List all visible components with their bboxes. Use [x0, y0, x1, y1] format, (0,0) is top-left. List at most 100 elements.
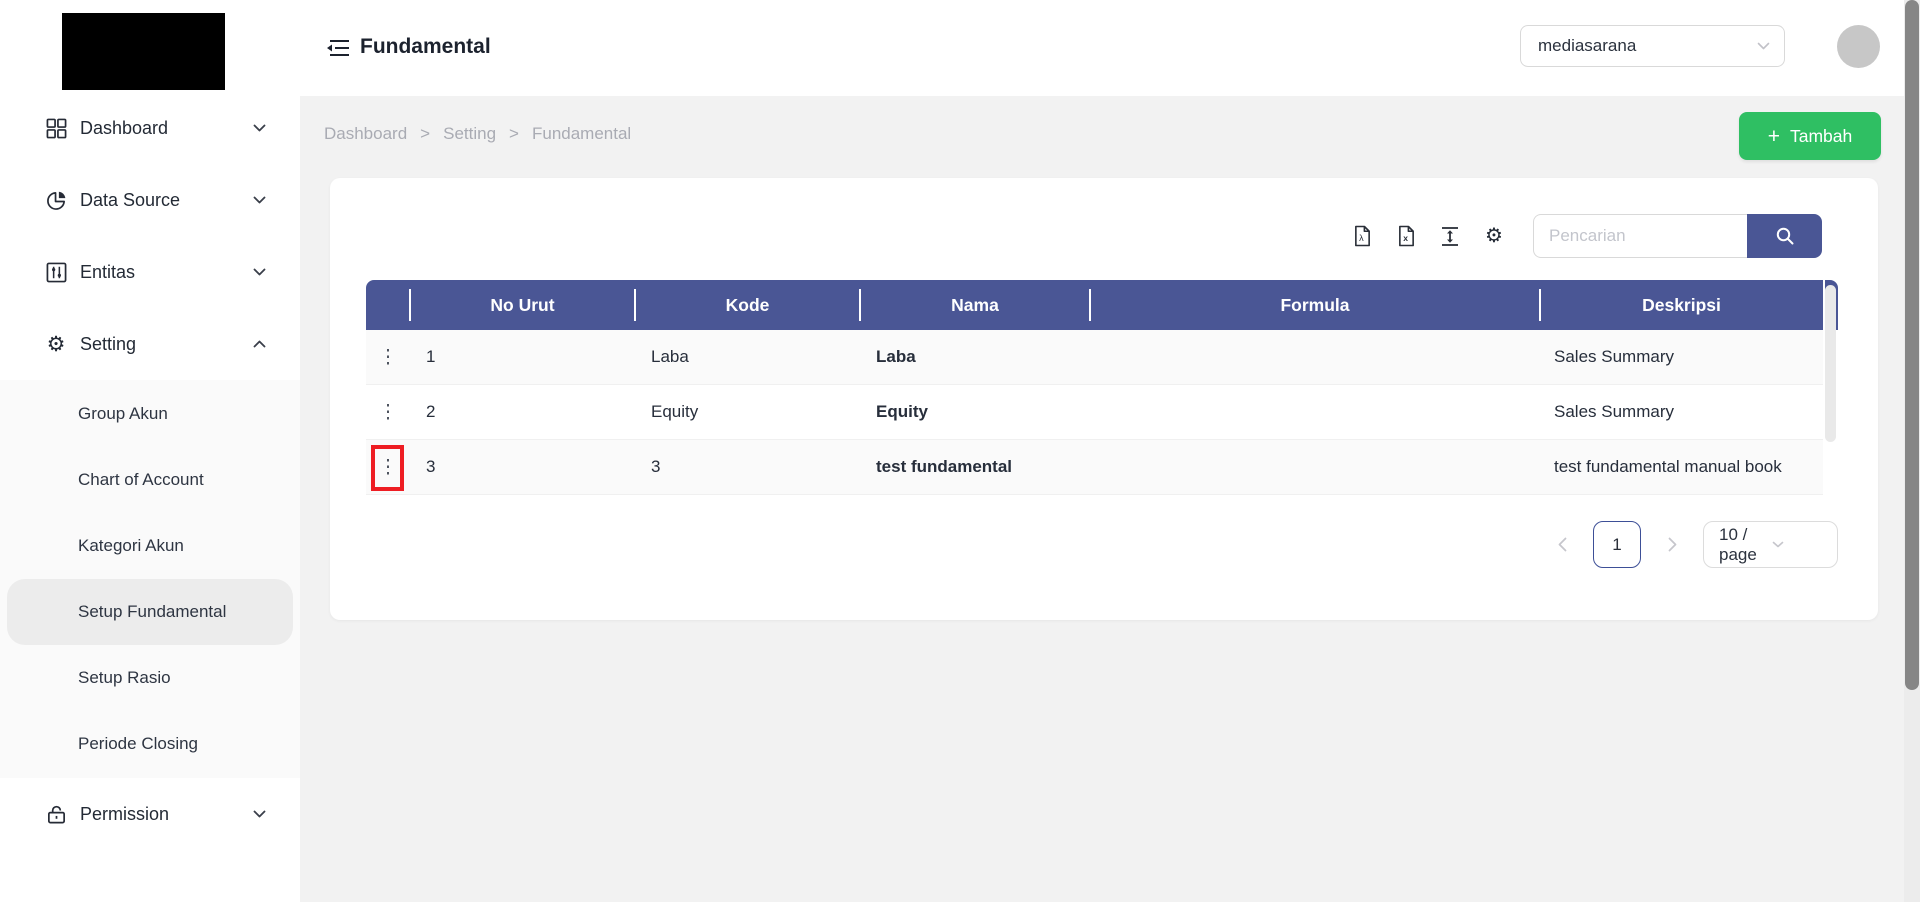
cell-no-urut: 3	[426, 457, 436, 476]
column-header-deskripsi: Deskripsi	[1539, 280, 1823, 330]
sidebar-item-label: Dashboard	[80, 117, 169, 138]
cell-no-urut: 1	[426, 347, 436, 366]
chevron-down-icon	[1772, 541, 1825, 548]
sidebar-item-periode-closing[interactable]: Periode Closing	[7, 711, 293, 777]
sidebar-item-setting[interactable]: ⚙ Setting	[0, 308, 300, 380]
table-row: ⋮ 1 Laba Laba Sales Summary	[366, 330, 1823, 385]
pagination-prev-icon[interactable]	[1548, 521, 1576, 568]
breadcrumb: Dashboard > Setting > Fundamental	[324, 124, 631, 144]
sidebar-item-chart-of-account[interactable]: Chart of Account	[7, 447, 293, 513]
sidebar-item-setup-fundamental[interactable]: Setup Fundamental	[7, 579, 293, 645]
cell-kode: Equity	[651, 402, 699, 421]
sidebar: Dashboard Data Source Entitas ⚙ Setting …	[0, 0, 300, 902]
add-button-label: Tambah	[1790, 125, 1853, 146]
sidebar-item-group-akun[interactable]: Group Akun	[7, 381, 293, 447]
page-scrollbar-thumb[interactable]	[1905, 0, 1919, 690]
sidebar-item-label: Kategori Akun	[78, 536, 184, 555]
sidebar-item-dashboard[interactable]: Dashboard	[0, 92, 300, 164]
svg-text:x: x	[1403, 233, 1408, 243]
gear-icon: ⚙	[46, 332, 66, 356]
column-settings-gear-icon[interactable]: ⚙	[1483, 225, 1505, 247]
breadcrumb-separator: >	[420, 124, 431, 143]
setting-submenu: Group Akun Chart of Account Kategori Aku…	[0, 380, 300, 778]
pagination-page-1[interactable]: 1	[1593, 521, 1641, 568]
column-header-nama: Nama	[859, 280, 1090, 330]
cell-nama: Equity	[876, 402, 928, 421]
breadcrumb-separator: >	[509, 124, 519, 143]
cell-no-urut: 2	[426, 402, 436, 421]
sidebar-item-setup-rasio[interactable]: Setup Rasio	[7, 645, 293, 711]
main-content: Dashboard > Setting > Fundamental + Tamb…	[300, 96, 1920, 902]
sidebar-item-data-source[interactable]: Data Source	[0, 164, 300, 236]
sidebar-item-label: Chart of Account	[78, 470, 204, 489]
add-button[interactable]: + Tambah	[1739, 112, 1881, 160]
sliders-icon	[45, 261, 67, 283]
sidebar-item-label: Group Akun	[78, 404, 168, 423]
table-scrollbar-thumb[interactable]	[1825, 285, 1836, 442]
column-header-formula: Formula	[1089, 280, 1540, 330]
sidebar-item-label: Setup Fundamental	[78, 602, 227, 621]
sidebar-item-label: Periode Closing	[78, 734, 199, 753]
table-header-row: No Urut Kode Nama Formula Deskripsi	[366, 280, 1838, 330]
chevron-down-icon	[253, 268, 266, 276]
sidebar-item-label: Permission	[80, 803, 170, 824]
table-body: ⋮ 1 Laba Laba Sales Summary ⋮ 2 Equity E…	[366, 330, 1823, 495]
sidebar-item-label: Setting	[80, 333, 137, 354]
chevron-down-icon	[253, 810, 266, 818]
table-row: ⋮ 3 3 test fundamental test fundamental …	[366, 440, 1823, 495]
column-header-kode: Kode	[634, 280, 860, 330]
search-button[interactable]	[1747, 214, 1822, 258]
avatar[interactable]	[1837, 25, 1880, 68]
search-icon	[1775, 226, 1795, 246]
breadcrumb-item-current: Fundamental	[531, 124, 632, 143]
sidebar-item-label: Data Source	[80, 189, 181, 210]
search-input[interactable]	[1533, 214, 1747, 258]
chevron-up-icon	[253, 340, 266, 348]
app-logo	[62, 13, 225, 90]
sidebar-item-entitas[interactable]: Entitas	[0, 236, 300, 308]
cell-deskripsi: Sales Summary	[1554, 402, 1674, 421]
pagination-next-icon[interactable]	[1658, 521, 1686, 568]
sidebar-item-permission[interactable]: Permission	[0, 778, 300, 850]
page-title: Fundamental	[360, 35, 491, 58]
table-card: λ x ⚙ Pencarian No Urut Kode Nama Formul…	[330, 178, 1878, 620]
chevron-down-icon	[253, 124, 266, 132]
row-actions-kebab-icon[interactable]: ⋮	[371, 399, 406, 426]
svg-text:λ: λ	[1359, 233, 1364, 243]
page-scrollbar[interactable]	[1904, 0, 1920, 902]
row-actions-kebab-icon[interactable]: ⋮	[371, 344, 406, 371]
page-size-select[interactable]: 10 / page	[1703, 521, 1838, 568]
table-toolbar: λ x ⚙	[1351, 214, 1822, 258]
breadcrumb-item-dashboard[interactable]: Dashboard	[324, 124, 407, 144]
export-excel-icon[interactable]: x	[1395, 225, 1417, 247]
tenant-select-value: mediasarana	[1538, 36, 1637, 55]
row-actions-kebab-icon[interactable]: ⋮	[371, 454, 406, 481]
data-table: No Urut Kode Nama Formula Deskripsi ⋮ 1 …	[366, 280, 1838, 495]
cell-kode: Laba	[651, 347, 689, 366]
cell-kode: 3	[651, 457, 661, 476]
search-group	[1533, 214, 1822, 258]
menu-fold-icon[interactable]	[326, 37, 350, 59]
export-pdf-icon[interactable]: λ	[1351, 225, 1373, 247]
plus-icon: +	[1767, 124, 1780, 148]
chevron-down-icon	[253, 196, 266, 204]
chevron-down-icon	[1757, 42, 1770, 50]
column-header-no-urut: No Urut	[409, 280, 635, 330]
unlock-icon	[45, 803, 67, 825]
pagination: 1 10 / page	[1548, 521, 1838, 568]
cell-nama: Laba	[876, 347, 916, 366]
sidebar-item-kategori-akun[interactable]: Kategori Akun	[7, 513, 293, 579]
column-height-icon[interactable]	[1439, 225, 1461, 247]
sidebar-menu: Dashboard Data Source Entitas ⚙ Setting …	[0, 92, 300, 850]
grid-icon	[45, 117, 67, 139]
breadcrumb-item-setting[interactable]: Setting	[443, 124, 496, 144]
export-icons: λ x ⚙	[1351, 225, 1505, 247]
cell-deskripsi: Sales Summary	[1554, 347, 1674, 366]
cell-deskripsi: test fundamental manual book	[1554, 457, 1782, 476]
tenant-select[interactable]: mediasarana	[1520, 25, 1785, 67]
column-header-actions	[366, 280, 410, 330]
pie-chart-icon	[45, 189, 67, 211]
app-window: Dashboard Data Source Entitas ⚙ Setting …	[0, 0, 1920, 902]
table-row: ⋮ 2 Equity Equity Sales Summary	[366, 385, 1823, 440]
top-header: Fundamental mediasarana	[300, 0, 1920, 96]
